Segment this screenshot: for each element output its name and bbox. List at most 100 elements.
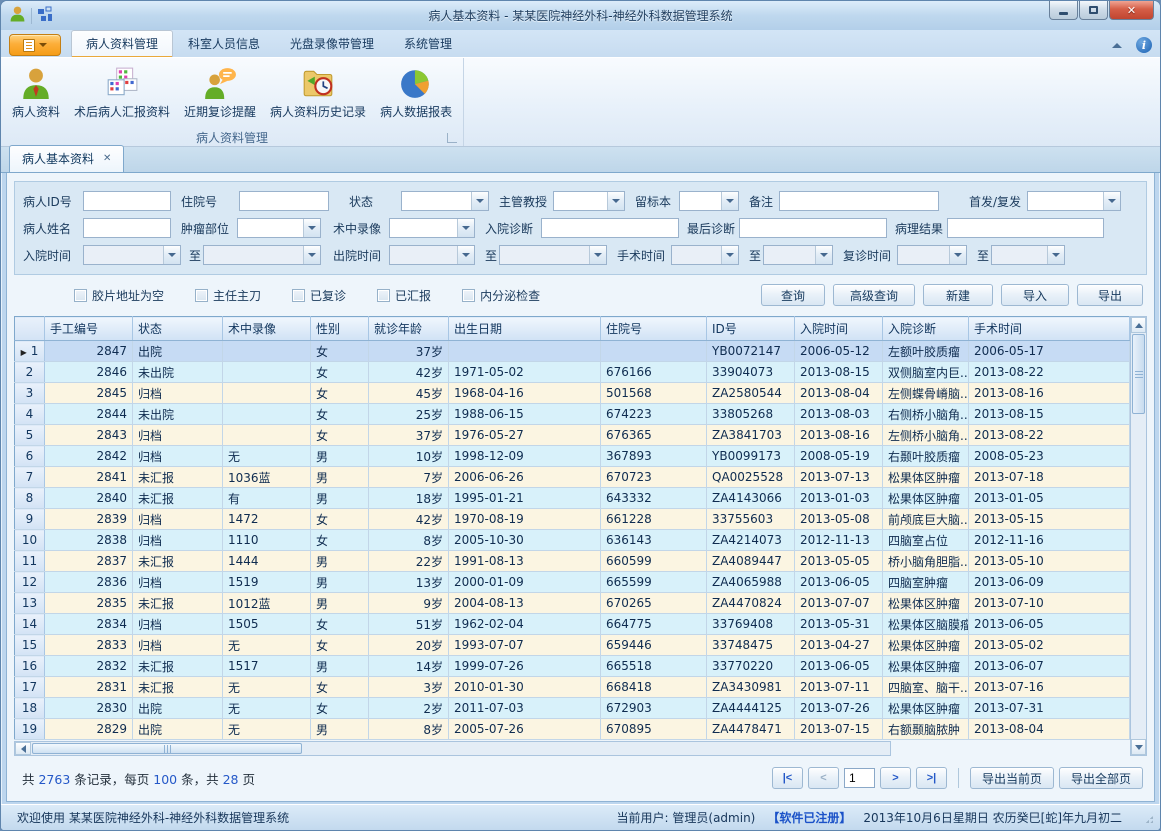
grid-cell[interactable]: 1993-07-07	[449, 635, 601, 656]
grid-cell[interactable]: 女	[311, 614, 369, 635]
grid-cell[interactable]: 1472	[223, 509, 311, 530]
grid-cell[interactable]: 1991-08-13	[449, 551, 601, 572]
patient-history-button[interactable]: 病人资料历史记录	[263, 62, 373, 124]
grid-cell[interactable]: 1519	[223, 572, 311, 593]
grid-cell[interactable]: 右颞叶胶质瘤	[883, 446, 969, 467]
grid-cell[interactable]: ZA4143066	[707, 488, 795, 509]
row-header[interactable]: 3	[15, 383, 45, 404]
grid-cell[interactable]: 四脑室肿瘤	[883, 572, 969, 593]
grid-cell[interactable]: 女	[311, 635, 369, 656]
last-page-button[interactable]: >|	[916, 767, 947, 789]
grid-cell[interactable]: 男	[311, 572, 369, 593]
grid-cell[interactable]: 2006-05-17	[969, 341, 1130, 362]
layout-grid-icon[interactable]	[37, 6, 53, 26]
grid-cell[interactable]: 1505	[223, 614, 311, 635]
row-header[interactable]: 4	[15, 404, 45, 425]
grid-cell[interactable]: 45岁	[369, 383, 449, 404]
grid-cell[interactable]: 女	[311, 341, 369, 362]
grid-cell[interactable]: 左侧桥小脑角...	[883, 425, 969, 446]
grid-cell[interactable]: 出院	[133, 698, 223, 719]
registered-badge[interactable]: 【软件已注册】	[767, 809, 851, 826]
table-row[interactable]: 22846未出院女42岁1971-05-02676166339040732013…	[15, 362, 1130, 383]
row-header[interactable]: 17	[15, 677, 45, 698]
grid-cell[interactable]: 2013-08-22	[969, 425, 1130, 446]
row-header[interactable]: 6	[15, 446, 45, 467]
checkbox-reported[interactable]: 已汇报	[377, 287, 431, 304]
grid-cell[interactable]: 2836	[45, 572, 133, 593]
grid-cell[interactable]: 2013-08-16	[795, 425, 883, 446]
grid-cell[interactable]: 有	[223, 488, 311, 509]
table-row[interactable]: 72841未汇报1036蓝男7岁2006-06-26670723QA002552…	[15, 467, 1130, 488]
grid-cell[interactable]: 2013-07-26	[795, 698, 883, 719]
row-header[interactable]: 14	[15, 614, 45, 635]
grid-cell[interactable]: 未汇报	[133, 467, 223, 488]
grid-cell[interactable]: 2013-06-07	[969, 656, 1130, 677]
patient-id-input[interactable]	[83, 191, 171, 211]
grid-cell[interactable]: 2845	[45, 383, 133, 404]
table-row[interactable]: 32845归档女45岁1968-04-16501568ZA25805442013…	[15, 383, 1130, 404]
grid-cell[interactable]: 松果体区脑膜瘤	[883, 614, 969, 635]
grid-cell[interactable]: 松果体区肿瘤	[883, 656, 969, 677]
grid-cell[interactable]: 1012蓝	[223, 593, 311, 614]
grid-cell[interactable]: 1970-08-19	[449, 509, 601, 530]
grid-cell[interactable]: 1517	[223, 656, 311, 677]
grid-cell[interactable]: 2013-06-05	[795, 656, 883, 677]
user-icon[interactable]	[9, 5, 26, 26]
app-menu-button[interactable]	[9, 34, 61, 56]
admit-date-to[interactable]	[203, 245, 321, 265]
admission-dx-input[interactable]	[541, 218, 679, 238]
grid-cell[interactable]: 2010-01-30	[449, 677, 601, 698]
collapse-ribbon-icon[interactable]	[1112, 43, 1122, 48]
grid-cell[interactable]	[601, 341, 707, 362]
grid-cell[interactable]: 2013-08-15	[795, 362, 883, 383]
grid-cell[interactable]: 2013-05-31	[795, 614, 883, 635]
patient-name-input[interactable]	[83, 218, 171, 238]
grid-cell[interactable]: 2006-05-12	[795, 341, 883, 362]
grid-cell[interactable]: ZA4065988	[707, 572, 795, 593]
grid-cell[interactable]: ZA3430981	[707, 677, 795, 698]
grid-cell[interactable]: 22岁	[369, 551, 449, 572]
grid-cell[interactable]: 1110	[223, 530, 311, 551]
grid-cell[interactable]: 659446	[601, 635, 707, 656]
grid-cell[interactable]: 松果体区肿瘤	[883, 635, 969, 656]
column-header[interactable]: 入院诊断	[883, 317, 969, 341]
grid-cell[interactable]: 676166	[601, 362, 707, 383]
column-header[interactable]: 就诊年龄	[369, 317, 449, 341]
export-button[interactable]: 导出	[1077, 284, 1143, 306]
grid-cell[interactable]: 1995-01-21	[449, 488, 601, 509]
grid-cell[interactable]: 2008-05-19	[795, 446, 883, 467]
grid-cell[interactable]: 42岁	[369, 509, 449, 530]
postop-report-button[interactable]: 术后病人汇报资料	[67, 62, 177, 124]
grid-cell[interactable]: 501568	[601, 383, 707, 404]
grid-cell[interactable]: ZA4089447	[707, 551, 795, 572]
ribbon-tab-disc-video[interactable]: 光盘录像带管理	[275, 30, 389, 57]
grid-cell[interactable]: 660599	[601, 551, 707, 572]
grid-cell[interactable]: 未出院	[133, 362, 223, 383]
grid-cell[interactable]: 2839	[45, 509, 133, 530]
grid-cell[interactable]: 2013-06-05	[795, 572, 883, 593]
grid-cell[interactable]: 37岁	[369, 341, 449, 362]
column-header[interactable]: ID号	[707, 317, 795, 341]
table-row[interactable]: 92839归档1472女42岁1970-08-19661228337556032…	[15, 509, 1130, 530]
next-page-button[interactable]: >	[880, 767, 911, 789]
horizontal-scroll-thumb[interactable]	[32, 743, 302, 754]
grid-cell[interactable]: 男	[311, 488, 369, 509]
grid-cell[interactable]: 2833	[45, 635, 133, 656]
grid-cell[interactable]: 2843	[45, 425, 133, 446]
grid-cell[interactable]: 松果体区肿瘤	[883, 467, 969, 488]
checkbox-chief-surgeon[interactable]: 主任主刀	[195, 287, 261, 304]
row-header[interactable]: 19	[15, 719, 45, 740]
grid-cell[interactable]: 665599	[601, 572, 707, 593]
grid-cell[interactable]: 20岁	[369, 635, 449, 656]
tab-close-icon[interactable]: ✕	[103, 153, 111, 164]
grid-cell[interactable]: 2846	[45, 362, 133, 383]
table-row[interactable]: 192829出院无男8岁2005-07-26670895ZA4478471201…	[15, 719, 1130, 740]
status-select[interactable]	[401, 191, 489, 211]
info-icon[interactable]: i	[1136, 37, 1152, 53]
grid-cell[interactable]: YB0099173	[707, 446, 795, 467]
import-button[interactable]: 导入	[1001, 284, 1069, 306]
grid-cell[interactable]: ZA4214073	[707, 530, 795, 551]
patient-records-button[interactable]: 病人资料	[5, 62, 67, 124]
row-header[interactable]: 8	[15, 488, 45, 509]
grid-cell[interactable]: 1444	[223, 551, 311, 572]
